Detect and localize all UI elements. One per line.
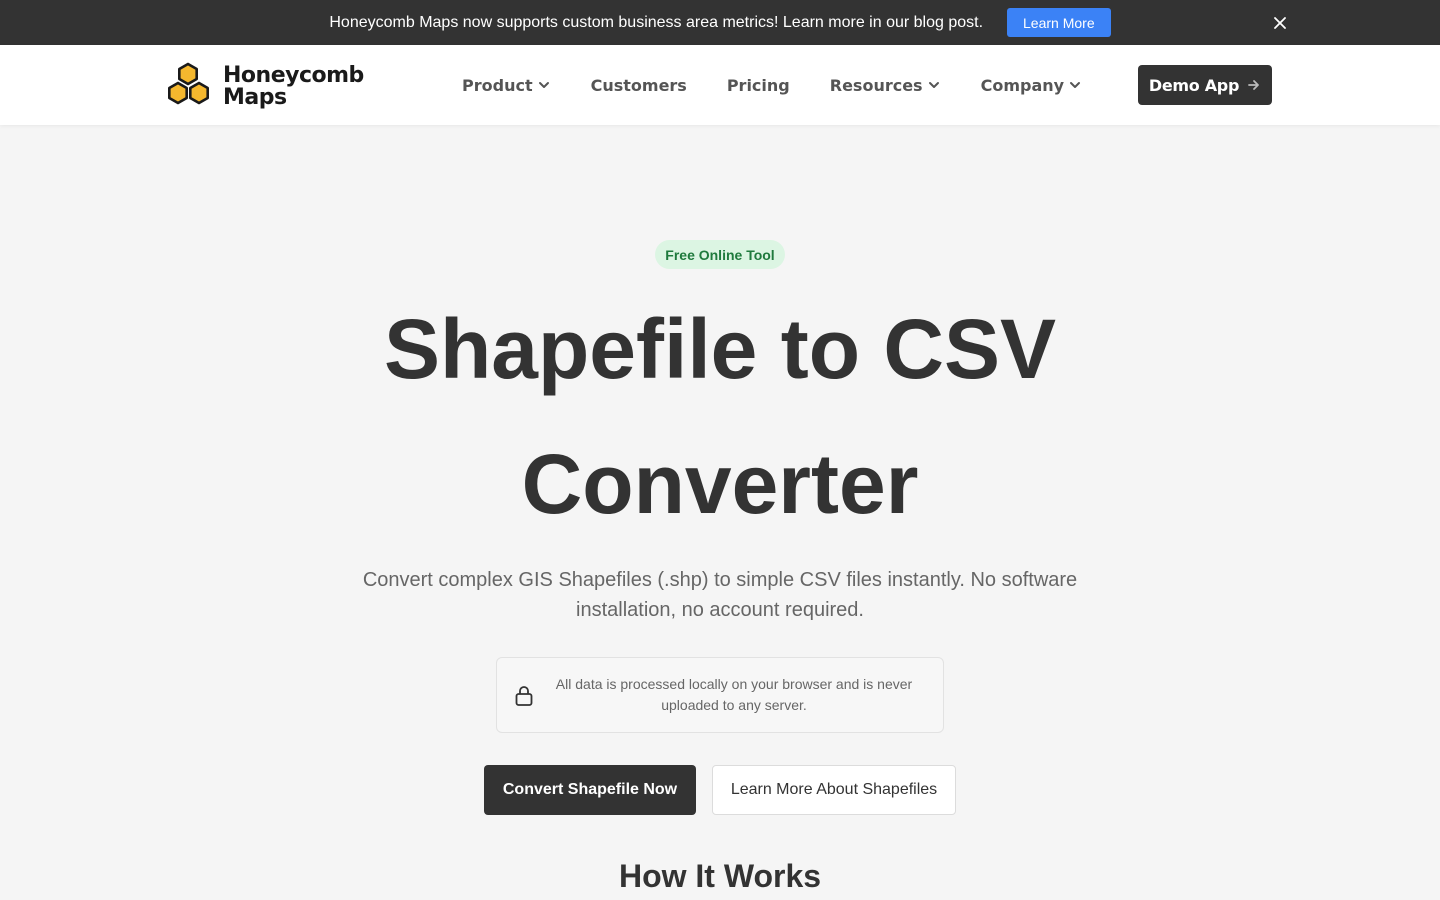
nav-item-label: Company [980,75,1065,95]
convert-shapefile-button[interactable]: Convert Shapefile Now [484,765,696,815]
chevron-down-icon [928,82,939,88]
main-navigation: Honeycomb Maps Product Customers Pricing… [0,45,1440,125]
privacy-notice-text: All data is processed locally on your br… [555,676,913,713]
learn-more-button[interactable]: Learn More [1007,8,1111,37]
page-title: Shapefile to CSV Converter [383,302,1057,531]
nav-item-company[interactable]: Company [981,76,1082,95]
demo-app-label: Demo App [1148,75,1240,95]
announcement-bar: Honeycomb Maps now supports custom busin… [0,0,1440,45]
demo-app-button[interactable]: Demo App [1138,65,1272,105]
nav-item-customers[interactable]: Customers [591,76,687,95]
free-tool-badge: Free Online Tool [655,240,785,269]
nav-item-pricing[interactable]: Pricing [727,76,790,95]
honeycomb-logo-icon [167,62,211,113]
learn-more-shapefiles-button[interactable]: Learn More About Shapefiles [712,765,956,815]
nav-item-label: Customers [590,75,687,95]
close-icon[interactable] [1270,13,1290,33]
nav-item-label: Product [462,75,533,95]
logo-text: Honeycomb Maps [223,65,364,109]
arrow-right-icon [1248,80,1260,90]
chevron-down-icon [538,82,549,88]
chevron-down-icon [1070,82,1081,88]
lock-icon [514,685,534,712]
logo[interactable]: Honeycomb Maps [167,62,364,113]
privacy-notice: All data is processed locally on your br… [496,657,944,733]
nav-item-label: Pricing [726,75,790,95]
nav-menu: Product Customers Pricing Resources Comp… [462,45,1122,125]
how-it-works-heading: How It Works [618,858,822,894]
logo-line-2: Maps [223,85,287,110]
announcement-text: Honeycomb Maps now supports custom busin… [329,13,984,31]
nav-item-product[interactable]: Product [462,76,551,95]
hero-subtitle: Convert complex GIS Shapefiles (.shp) to… [362,569,1078,621]
logo-line-1: Honeycomb [223,63,364,88]
nav-item-resources[interactable]: Resources [830,76,941,95]
nav-item-label: Resources [829,75,923,95]
